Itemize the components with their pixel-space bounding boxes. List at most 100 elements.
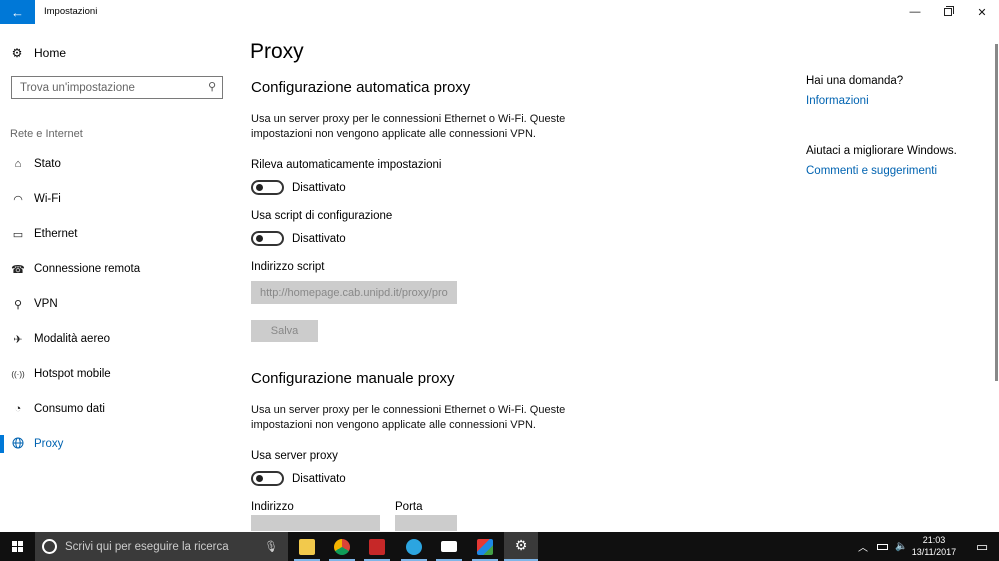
settings-search: ⚲ (11, 76, 223, 99)
taskbar-search[interactable]: Scrivi qui per eseguire la ricerca 🎙 (35, 532, 288, 561)
restore-button[interactable] (931, 0, 965, 24)
gear-icon: ⚙ (514, 537, 528, 553)
sidebar-item-label: Consumo dati (34, 403, 105, 415)
use-proxy-toggle-row: Disattivato (251, 471, 346, 486)
toggle-state: Disattivato (292, 232, 346, 245)
title-bar: ← Impostazioni — ✕ (0, 0, 999, 24)
battery-icon[interactable] (877, 543, 888, 550)
sidebar-item-label: Stato (34, 158, 61, 170)
group-label: Rete e Internet (10, 128, 83, 140)
airplane-icon: ✈ (13, 333, 23, 346)
address-input[interactable] (251, 515, 380, 531)
auto-proxy-description: Usa un server proxy per le connessioni E… (251, 113, 566, 140)
windows-logo-icon (11, 540, 24, 553)
colored-app[interactable] (468, 532, 502, 561)
back-button[interactable]: ← (0, 0, 35, 24)
taskbar: Scrivi qui per eseguire la ricerca 🎙 ⚙ ︿… (0, 532, 999, 561)
restore-icon (944, 6, 954, 16)
save-button[interactable]: Salva (251, 320, 318, 342)
telegram-app[interactable] (397, 532, 431, 561)
phone-icon: ☎ (11, 263, 25, 276)
manual-proxy-description: Usa un server proxy per le connessioni E… (251, 404, 566, 431)
mail-app[interactable] (432, 532, 466, 561)
improve-text: Aiutaci a migliorare Windows. (806, 145, 957, 157)
back-arrow-icon: ← (11, 4, 24, 20)
system-tray: ︿ 🔈 (858, 532, 907, 561)
toggle-knob (256, 235, 263, 242)
microphone-icon[interactable]: 🎙 (264, 540, 278, 553)
sidebar-item-hotspot[interactable]: ((·)) Hotspot mobile (0, 361, 235, 387)
script-config-toggle[interactable] (251, 231, 284, 246)
globe-icon (11, 437, 25, 452)
manual-proxy-title: Configurazione manuale proxy (251, 370, 455, 387)
search-input[interactable] (12, 77, 192, 98)
data-usage-icon: ◔ (14, 403, 22, 415)
use-proxy-label: Usa server proxy (251, 450, 338, 462)
mail-icon (441, 541, 457, 552)
red-shield-icon (369, 538, 385, 555)
detect-settings-toggle-row: Disattivato (251, 180, 346, 195)
toggle-knob (256, 184, 263, 191)
script-config-toggle-row: Disattivato (251, 231, 346, 246)
use-proxy-toggle[interactable] (251, 471, 284, 486)
home-nav[interactable]: ⚙ Home (10, 44, 66, 62)
vpn-icon: ⚲ (13, 298, 23, 311)
ethernet-icon: ▭ (12, 228, 24, 241)
script-address-label: Indirizzo script (251, 261, 325, 273)
feedback-link[interactable]: Commenti e suggerimenti (806, 165, 937, 177)
app-title: Impostazioni (44, 6, 98, 17)
toggle-knob (256, 475, 263, 482)
red-app[interactable] (360, 532, 394, 561)
address-label: Indirizzo (251, 501, 294, 513)
script-address-input[interactable] (251, 281, 457, 304)
chrome-app[interactable] (325, 532, 359, 561)
minimize-button[interactable]: — (898, 0, 932, 24)
sidebar-item-label: Modalità aereo (34, 333, 111, 345)
clock[interactable]: 21:03 13/11/2017 (906, 534, 962, 558)
sidebar-item-dialup[interactable]: ☎ Connessione remota (0, 256, 235, 282)
port-label: Porta (395, 501, 423, 513)
cortana-icon (42, 539, 57, 554)
info-link[interactable]: Informazioni (806, 95, 869, 107)
app-icon (477, 538, 493, 555)
start-button[interactable] (0, 532, 35, 561)
hotspot-icon: ((·)) (11, 369, 25, 379)
auto-proxy-title: Configurazione automatica proxy (251, 79, 471, 96)
sidebar-item-vpn[interactable]: ⚲ VPN (0, 291, 235, 317)
sidebar-item-stato[interactable]: ⌂ Stato (0, 151, 235, 177)
port-input[interactable] (395, 515, 457, 531)
toggle-state: Disattivato (292, 472, 346, 485)
sidebar-item-label: Wi-Fi (34, 193, 61, 205)
file-explorer-app[interactable] (290, 532, 324, 561)
gear-icon: ⚙ (11, 46, 23, 60)
question-text: Hai una domanda? (806, 75, 904, 87)
minimize-icon: — (909, 6, 921, 18)
telegram-icon (406, 538, 422, 555)
toggle-state: Disattivato (292, 181, 346, 194)
notification-icon: ▭ (975, 538, 989, 554)
search-icon[interactable]: ⚲ (208, 80, 216, 93)
chevron-up-icon[interactable]: ︿ (858, 539, 868, 554)
close-button[interactable]: ✕ (965, 0, 999, 24)
sidebar-item-label: Hotspot mobile (34, 368, 111, 380)
sidebar-item-wifi[interactable]: ◠ Wi-Fi (0, 186, 235, 212)
sidebar-item-label: Proxy (34, 438, 64, 450)
wifi-icon: ◠ (13, 193, 23, 206)
sidebar-item-label: Ethernet (34, 228, 78, 240)
scrollbar[interactable] (995, 44, 998, 381)
taskbar-search-placeholder: Scrivi qui per eseguire la ricerca (65, 540, 229, 553)
home-status-icon: ⌂ (14, 158, 22, 170)
action-center-button[interactable]: ▭ (965, 532, 999, 561)
chrome-icon (334, 538, 350, 555)
detect-settings-toggle[interactable] (251, 180, 284, 195)
sidebar-item-label: VPN (34, 298, 58, 310)
settings-app[interactable]: ⚙ (504, 532, 538, 561)
sidebar-item-airplane[interactable]: ✈ Modalità aereo (0, 326, 235, 352)
folder-icon (299, 538, 315, 555)
sidebar-item-proxy[interactable]: Proxy (0, 431, 235, 457)
close-icon: ✕ (977, 6, 987, 19)
sidebar-item-ethernet[interactable]: ▭ Ethernet (0, 221, 235, 247)
page-title: Proxy (250, 40, 304, 63)
detect-settings-label: Rileva automaticamente impostazioni (251, 159, 442, 171)
sidebar-item-data-usage[interactable]: ◔ Consumo dati (0, 396, 235, 422)
